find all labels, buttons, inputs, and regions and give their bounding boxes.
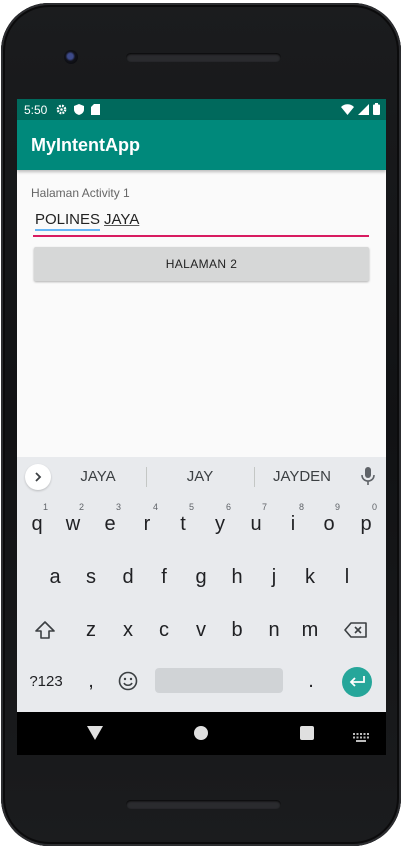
key-s[interactable]: s [74, 557, 108, 597]
keyboard-switch-icon[interactable] [353, 729, 369, 747]
soft-keyboard: JAYA JAY JAYDEN ?123 , . 1q2w3e4r5t6y7u8… [17, 457, 386, 712]
navigation-bar [17, 712, 386, 755]
key-p[interactable]: 0p [349, 502, 383, 544]
key-label: r [143, 512, 151, 535]
back-icon[interactable] [87, 726, 103, 745]
key-a[interactable]: a [38, 557, 72, 597]
key-hint: 0 [371, 502, 377, 512]
key-b[interactable]: b [220, 610, 254, 650]
app-bar: MyIntentApp [17, 120, 386, 170]
suggestion-divider [146, 467, 147, 487]
enter-icon [349, 676, 365, 687]
suggestion-2[interactable]: JAY [167, 468, 233, 485]
key-x[interactable]: x [111, 610, 145, 650]
shield-icon [74, 104, 85, 115]
key-hint: 8 [298, 502, 304, 512]
top-speaker [126, 53, 281, 62]
page-label: Halaman Activity 1 [31, 186, 130, 200]
key-i[interactable]: 8i [276, 502, 310, 544]
key-hint: 2 [78, 502, 84, 512]
key-k[interactable]: k [293, 557, 327, 597]
expand-toolbar-button[interactable] [25, 464, 51, 490]
signal-icon [358, 103, 369, 118]
key-u[interactable]: 7u [239, 502, 273, 544]
front-camera [64, 50, 78, 64]
space-bar[interactable] [155, 668, 283, 693]
key-hint: 6 [225, 502, 231, 512]
key-t[interactable]: 5t [166, 502, 200, 544]
key-label: o [323, 512, 335, 535]
key-hint: 4 [152, 502, 158, 512]
shift-key[interactable] [28, 610, 62, 650]
status-time: 5:50 [24, 102, 48, 117]
wifi-icon [341, 103, 354, 118]
key-label: i [290, 512, 296, 535]
chevron-right-icon [35, 472, 42, 482]
suggestion-strip: JAYA JAY JAYDEN [17, 457, 386, 497]
activity-content: Halaman Activity 1 POLINES JAYA HALAMAN … [17, 170, 386, 457]
comma-key[interactable]: , [74, 661, 108, 701]
key-label: e [104, 512, 116, 535]
key-f[interactable]: f [147, 557, 181, 597]
battery-icon [373, 103, 380, 118]
key-q[interactable]: 1q [20, 502, 54, 544]
bottom-speaker [126, 800, 281, 809]
key-label: q [31, 512, 43, 535]
key-label: t [180, 512, 186, 535]
period-key[interactable]: . [294, 661, 328, 701]
emoji-key[interactable] [111, 661, 145, 701]
input-word-composing: JAYA [104, 211, 140, 228]
home-icon[interactable] [194, 726, 208, 740]
key-l[interactable]: l [330, 557, 364, 597]
status-bar: 5:50 [17, 99, 386, 120]
backspace-key[interactable] [339, 610, 373, 650]
gear-icon [56, 104, 67, 115]
halaman-2-button[interactable]: HALAMAN 2 [34, 247, 369, 281]
key-y[interactable]: 6y [203, 502, 237, 544]
suggestion-divider [254, 467, 255, 487]
key-n[interactable]: n [257, 610, 291, 650]
key-w[interactable]: 2w [56, 502, 90, 544]
key-hint: 9 [334, 502, 340, 512]
enter-key[interactable] [342, 667, 372, 697]
key-h[interactable]: h [220, 557, 254, 597]
key-hint: 7 [261, 502, 267, 512]
key-label: w [65, 512, 81, 535]
key-d[interactable]: d [111, 557, 145, 597]
app-title: MyIntentApp [31, 134, 140, 155]
device-screen: 5:50 MyIntentApp Halaman Activity 1 POLI… [17, 99, 386, 712]
key-o[interactable]: 9o [312, 502, 346, 544]
key-label: u [250, 512, 262, 535]
key-m[interactable]: m [293, 610, 327, 650]
key-g[interactable]: g [184, 557, 218, 597]
key-v[interactable]: v [184, 610, 218, 650]
key-e[interactable]: 3e [93, 502, 127, 544]
key-label: y [215, 512, 225, 535]
suggestion-1[interactable]: JAYA [66, 468, 130, 485]
key-hint: 1 [42, 502, 48, 512]
sd-card-icon [91, 104, 101, 115]
key-r[interactable]: 4r [130, 502, 164, 544]
key-c[interactable]: c [147, 610, 181, 650]
mic-icon[interactable] [361, 467, 375, 490]
key-hint: 5 [188, 502, 194, 512]
emoji-icon [118, 671, 138, 691]
text-input[interactable]: POLINES JAYA [33, 211, 369, 237]
backspace-icon [344, 622, 367, 638]
key-label: p [360, 512, 372, 535]
key-hint: 3 [115, 502, 121, 512]
shift-icon [35, 621, 55, 639]
input-word-underlined: POLINES [35, 211, 101, 231]
suggestion-3[interactable]: JAYDEN [264, 468, 340, 485]
key-z[interactable]: z [74, 610, 108, 650]
recents-icon[interactable] [300, 726, 314, 740]
key-j[interactable]: j [257, 557, 291, 597]
symbols-key[interactable]: ?123 [26, 661, 66, 701]
